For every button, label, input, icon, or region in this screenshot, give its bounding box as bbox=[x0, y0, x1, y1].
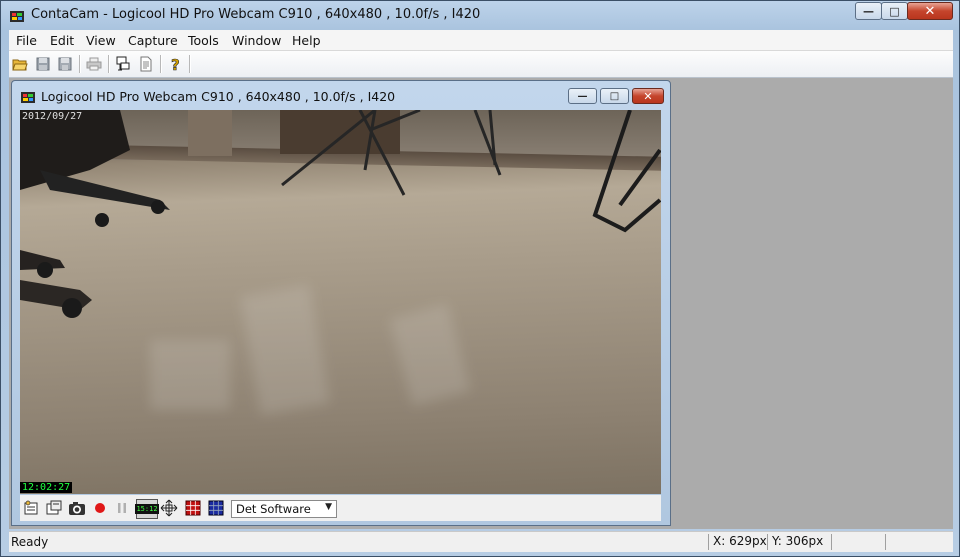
fit-window-button[interactable] bbox=[159, 498, 179, 518]
status-text: Ready bbox=[11, 535, 49, 549]
blue-grid-icon bbox=[208, 500, 224, 516]
contacam-app-icon bbox=[10, 11, 24, 22]
menu-tools[interactable]: Tools bbox=[188, 33, 219, 48]
save-icon bbox=[36, 57, 50, 71]
maximize-icon: □ bbox=[889, 4, 900, 18]
camera-minimize-button[interactable]: — bbox=[568, 88, 597, 104]
restore-icon: □ bbox=[609, 90, 620, 102]
camera-restore-button[interactable]: □ bbox=[600, 88, 629, 104]
menu-file[interactable]: File bbox=[16, 33, 37, 48]
toolbar-separator bbox=[79, 55, 81, 73]
status-bar: Ready X: 629px Y: 306px bbox=[9, 531, 953, 552]
print-icon bbox=[86, 57, 102, 71]
video-time-overlay: 12:02:27 bbox=[20, 482, 73, 493]
detection-mode-value: Det Software bbox=[236, 502, 311, 516]
time-stamp-toggle[interactable]: 15:12 bbox=[135, 499, 159, 519]
camera-video-view[interactable]: 2012/09/27 12:02:27 bbox=[20, 110, 661, 494]
pause-icon bbox=[118, 503, 126, 513]
maximize-button[interactable]: □ bbox=[881, 2, 908, 20]
time-badge: 15:12 bbox=[135, 504, 159, 514]
window-title: ContaCam - Logicool HD Pro Webcam C910 ,… bbox=[31, 7, 481, 22]
mdi-client-area: Logicool HD Pro Webcam C910 , 640x480 , … bbox=[9, 78, 953, 529]
menu-help[interactable]: Help bbox=[292, 33, 321, 48]
pause-button[interactable] bbox=[112, 498, 132, 518]
move-arrows-icon bbox=[160, 499, 178, 517]
open-folder-icon bbox=[12, 59, 28, 71]
window-controls: — □ ✕ bbox=[855, 2, 953, 20]
toolbar-separator bbox=[108, 55, 110, 73]
svg-text:?: ? bbox=[171, 56, 180, 72]
save-as-icon bbox=[58, 57, 72, 71]
save-button[interactable] bbox=[33, 54, 53, 74]
record-button[interactable] bbox=[90, 498, 110, 518]
camera-close-button[interactable]: ✕ bbox=[632, 88, 664, 104]
document-icon bbox=[140, 56, 152, 72]
title-bar[interactable]: ContaCam - Logicool HD Pro Webcam C910 ,… bbox=[1, 1, 959, 29]
main-window: ContaCam - Logicool HD Pro Webcam C910 ,… bbox=[0, 0, 960, 557]
status-y-coordinate: Y: 306px bbox=[767, 534, 832, 550]
detection-grid-button[interactable] bbox=[206, 498, 226, 518]
menu-bar: File Edit View Capture Tools Window Help bbox=[9, 30, 953, 51]
video-scene-objects bbox=[20, 110, 661, 318]
dropdown-arrow-icon: ▼ bbox=[325, 502, 332, 512]
network-button[interactable] bbox=[113, 54, 133, 74]
menu-edit[interactable]: Edit bbox=[50, 33, 74, 48]
camera-window-title: Logicool HD Pro Webcam C910 , 640x480 , … bbox=[41, 89, 396, 104]
detection-mode-select[interactable]: Det Software ▼ bbox=[231, 500, 337, 518]
print-button[interactable] bbox=[84, 54, 104, 74]
help-button[interactable]: ? bbox=[165, 54, 185, 74]
document-button[interactable] bbox=[136, 54, 156, 74]
camera-format-icon bbox=[46, 500, 62, 515]
network-icon bbox=[116, 56, 130, 71]
close-button[interactable]: ✕ bbox=[907, 2, 953, 20]
menu-capture[interactable]: Capture bbox=[128, 33, 178, 48]
snapshot-button[interactable] bbox=[67, 498, 87, 518]
minimize-icon: — bbox=[863, 4, 874, 18]
minimize-icon: — bbox=[577, 90, 588, 102]
camera-window-icon bbox=[21, 92, 35, 103]
camera-format-button[interactable] bbox=[44, 498, 64, 518]
close-icon: ✕ bbox=[643, 89, 653, 103]
status-empty-cell bbox=[831, 534, 886, 550]
menu-window[interactable]: Window bbox=[232, 33, 281, 48]
minimize-button[interactable]: — bbox=[855, 2, 882, 20]
toolbar: ? bbox=[9, 51, 953, 78]
camera-snapshot-icon bbox=[69, 502, 85, 515]
record-icon bbox=[95, 503, 105, 513]
detection-zones-button[interactable] bbox=[183, 498, 203, 518]
save-as-button[interactable] bbox=[55, 54, 75, 74]
video-date-overlay: 2012/09/27 bbox=[22, 111, 83, 122]
camera-window-controls: — □ ✕ bbox=[565, 88, 664, 104]
close-icon: ✕ bbox=[924, 3, 936, 19]
red-grid-icon bbox=[185, 500, 201, 516]
status-empty-cell bbox=[885, 534, 952, 550]
status-x-coordinate: X: 629px bbox=[708, 534, 769, 550]
camera-control-bar: 15:12 Det Software ▼ bbox=[20, 495, 661, 521]
camera-settings-button[interactable] bbox=[21, 498, 41, 518]
toolbar-separator bbox=[160, 55, 162, 73]
camera-window: Logicool HD Pro Webcam C910 , 640x480 , … bbox=[11, 80, 671, 526]
help-icon: ? bbox=[171, 56, 180, 72]
open-button[interactable] bbox=[10, 54, 30, 74]
camera-settings-icon bbox=[24, 500, 38, 515]
menu-view[interactable]: View bbox=[86, 33, 116, 48]
toolbar-separator bbox=[189, 55, 191, 73]
